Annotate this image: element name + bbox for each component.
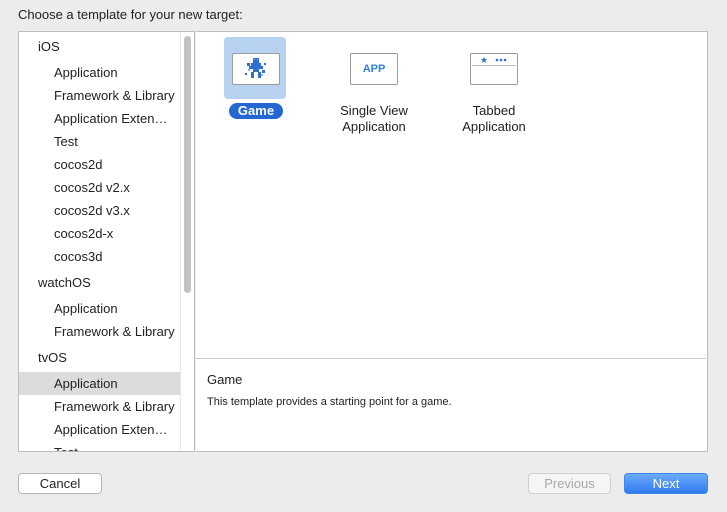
template-label-tabbed: Tabbed Application — [462, 103, 526, 134]
sidebar-item-watchos-framework-library[interactable]: Framework & Library — [19, 320, 181, 343]
cancel-button[interactable]: Cancel — [18, 473, 102, 494]
sidebar-item-label: Application Exten… — [54, 422, 168, 437]
sidebar-item-label: Application — [54, 376, 118, 391]
sidebar-group-label: iOS — [38, 39, 60, 54]
sidebar-item-label: Framework & Library — [54, 324, 175, 339]
sidebar-item-tvos-framework-library[interactable]: Framework & Library — [19, 395, 181, 418]
sidebar-group-ios[interactable]: iOS — [19, 35, 181, 58]
game-sprite-icon — [232, 53, 280, 85]
svg-text:★: ★ — [480, 56, 488, 66]
template-tabbed-application[interactable]: ★ Tabbed Application — [434, 37, 554, 147]
sidebar-item-label: cocos2d v2.x — [54, 180, 130, 195]
sidebar-group-label: watchOS — [38, 275, 91, 290]
sidebar-item-label: Test — [54, 441, 181, 451]
sidebar-scroll-thumb[interactable] — [184, 36, 191, 293]
sidebar-item-watchos-application[interactable]: Application — [19, 297, 181, 320]
sidebar-item-ios-cocos2d-x[interactable]: cocos2d-x — [19, 222, 181, 245]
sidebar-group-label: tvOS — [38, 350, 67, 365]
sidebar-item-tvos-application-extension[interactable]: Application Exten… — [19, 418, 181, 441]
sidebar-item-label: Application — [54, 301, 118, 316]
dialog-heading: Choose a template for your new target: — [18, 7, 243, 22]
template-single-view-application[interactable]: APP Single View Application — [314, 37, 434, 147]
sidebar-item-ios-test[interactable]: Test — [19, 130, 181, 153]
tabbed-icon: ★ — [470, 53, 518, 85]
sidebar-item-label: cocos2d-x — [54, 226, 114, 241]
sidebar-item-label: Framework & Library — [54, 399, 175, 414]
sidebar-group-watchos[interactable]: watchOS — [19, 271, 181, 294]
template-grid: Game APP Single View Application ★ Tabbe… — [196, 32, 706, 358]
sidebar-item-label: Test — [54, 134, 78, 149]
sidebar-scrollbar[interactable] — [180, 32, 194, 451]
sidebar-item-label: cocos3d — [54, 249, 103, 264]
sidebar-item-label: Application Exten… — [54, 111, 168, 126]
app-icon-text: APP — [362, 63, 386, 75]
sidebar-item-label: Framework & Library — [54, 88, 175, 103]
sidebar-item-label: cocos2d v3.x — [54, 203, 130, 218]
sidebar-item-tvos-application[interactable]: Application — [19, 372, 181, 395]
sidebar-item-label: cocos2d — [54, 157, 103, 172]
description-title: Game — [207, 372, 243, 387]
previous-button[interactable]: Previous — [528, 473, 611, 494]
app-icon: APP — [350, 53, 398, 85]
template-label-single-view: Single View Application — [340, 103, 408, 134]
template-label-game: Game — [228, 103, 284, 119]
sidebar-item-ios-cocos2d-v2[interactable]: cocos2d v2.x — [19, 176, 181, 199]
template-game[interactable]: Game — [196, 37, 316, 147]
sidebar-item-label: Application — [54, 65, 118, 80]
sidebar-item-tvos-test[interactable]: Test — [19, 441, 181, 451]
panel-divider — [196, 358, 706, 359]
template-category-sidebar[interactable]: iOS Application Framework & Library Appl… — [18, 31, 195, 452]
sidebar-item-ios-cocos3d[interactable]: cocos3d — [19, 245, 181, 268]
template-label: Game — [196, 103, 316, 119]
sidebar-item-ios-framework-library[interactable]: Framework & Library — [19, 84, 181, 107]
sidebar-item-ios-cocos2d[interactable]: cocos2d — [19, 153, 181, 176]
sidebar-item-ios-application[interactable]: Application — [19, 61, 181, 84]
description-text: This template provides a starting point … — [207, 396, 452, 408]
next-button[interactable]: Next — [624, 473, 708, 494]
template-panel: Game APP Single View Application ★ Tabbe… — [196, 31, 708, 452]
sidebar-item-ios-application-extension[interactable]: Application Exten… — [19, 107, 181, 130]
sidebar-group-tvos[interactable]: tvOS — [19, 346, 181, 369]
sidebar-item-ios-cocos2d-v3[interactable]: cocos2d v3.x — [19, 199, 181, 222]
